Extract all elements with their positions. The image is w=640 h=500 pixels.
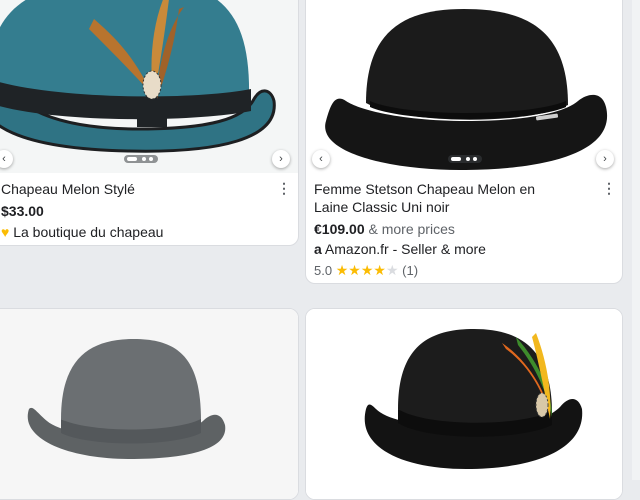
product-title-line: Femme Stetson Chapeau Melon en [314,181,536,197]
product-card[interactable]: ‹ › Femme Stetson Chapeau Melon en Laine… [305,0,623,284]
rating-value: 5.0 [314,263,333,278]
prev-image-arrow-icon[interactable]: ‹ [312,150,330,168]
carousel-dots [448,155,482,163]
star-filled-icon: ★ [335,262,349,278]
product-card[interactable] [0,308,299,500]
product-seller: ♥ La boutique du chapeau [1,224,163,240]
price-value: €109.00 [314,221,365,237]
carousel-dots [124,155,158,163]
next-image-arrow-icon[interactable]: › [596,150,614,168]
product-price: $33.00 [1,203,44,219]
seller-name: La boutique du chapeau [13,224,164,240]
product-title[interactable]: Chapeau Melon Stylé [1,180,135,198]
more-options-icon[interactable]: ⋮ [602,181,616,195]
next-image-arrow-icon[interactable]: › [272,150,290,168]
product-seller: a Amazon.fr - Seller & more [314,241,486,257]
star-empty-icon: ★ [385,262,399,278]
product-rating: 5.0 ★★★★★ (1) [314,262,418,279]
seller-name: Amazon.fr - Seller & more [324,241,486,257]
more-prices-link[interactable]: & more prices [369,221,455,237]
product-card[interactable] [305,308,623,500]
product-image[interactable] [0,0,298,173]
product-image[interactable] [306,309,622,499]
rating-count: (1) [402,263,419,278]
store-icon: ♥ [1,224,10,240]
black-bowler-hat-icon [306,0,622,173]
teal-bowler-hat-with-feather-icon [0,0,298,173]
grey-bowler-hat-icon [0,309,298,499]
product-price: €109.00 & more prices [314,221,455,237]
amazon-icon: a [314,241,322,257]
star-filled-icon: ★ [360,262,374,278]
product-image[interactable] [0,309,298,499]
more-options-icon[interactable]: ⋮ [277,181,291,195]
product-card[interactable]: › ‹ Chapeau Melon Stylé ⋮ $33.00 ♥ La bo… [0,0,299,246]
black-bowler-hat-with-feather-icon [306,309,622,499]
star-filled-icon: ★ [373,262,386,278]
product-image[interactable] [306,0,622,173]
star-filled-icon: ★ [348,262,361,278]
product-title[interactable]: Femme Stetson Chapeau Melon en Laine Cla… [314,180,535,216]
product-title-line: Laine Classic Uni noir [314,199,450,215]
scroll-edge [632,0,640,480]
